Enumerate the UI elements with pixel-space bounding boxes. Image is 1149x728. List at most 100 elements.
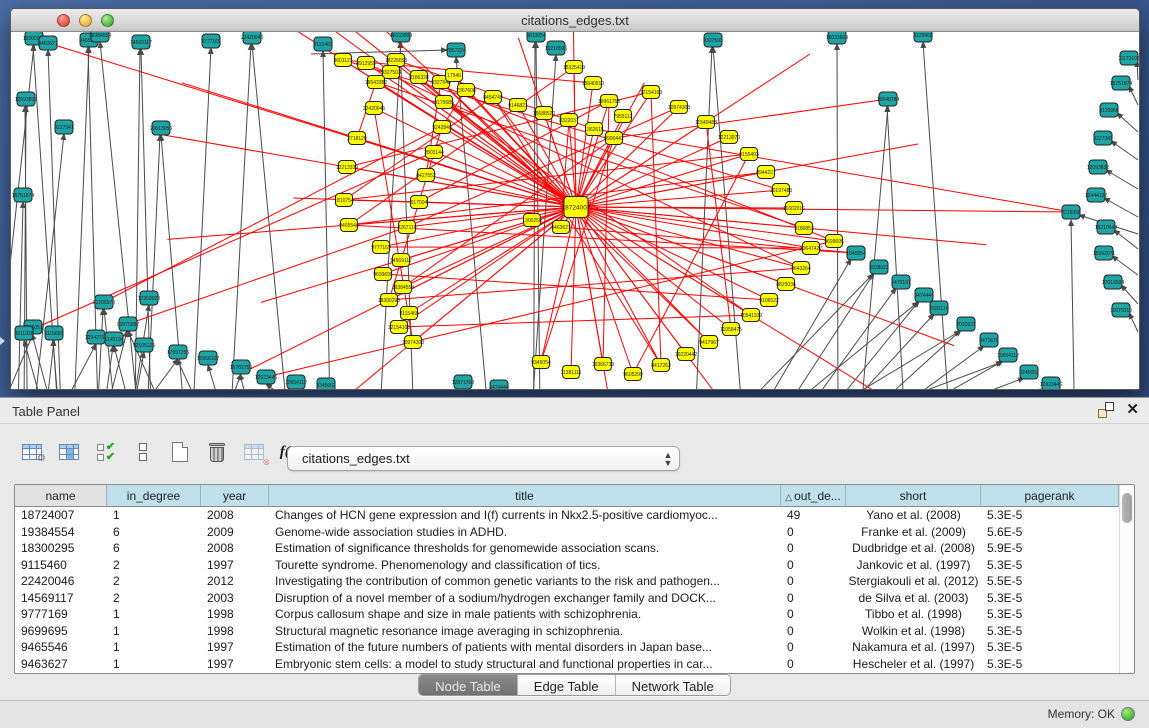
graph-node[interactable]: 10197483: [770, 184, 792, 197]
graph-node[interactable]: 9605299: [623, 368, 643, 381]
graph-node[interactable]: 9227341: [1093, 131, 1113, 145]
graph-node[interactable]: 10654112: [285, 375, 307, 389]
graph-node[interactable]: 8322037: [559, 114, 579, 127]
table-row[interactable]: 946554611997Estimation of the future num…: [15, 639, 1119, 656]
tab-node-table[interactable]: Node Table: [419, 675, 518, 696]
graph-node[interactable]: 10647427: [800, 242, 822, 255]
select-all-button[interactable]: ✔ ✔: [94, 440, 118, 464]
graph-node[interactable]: 14569117: [130, 35, 152, 49]
graph-node[interactable]: 9129968: [913, 32, 933, 42]
graph-node[interactable]: 21206570: [93, 295, 115, 309]
graph-node[interactable]: 15325419: [563, 61, 585, 74]
network-window[interactable]: citations_edges.txt 18300295946362794655…: [10, 8, 1140, 390]
graph-node[interactable]: 12093832: [1087, 160, 1109, 174]
graph-node[interactable]: 10654112: [997, 348, 1019, 362]
graph-node[interactable]: 22420046: [241, 32, 263, 44]
column-header-out_degree[interactable]: △out_de...: [781, 485, 846, 507]
graph-node[interactable]: 17016504: [1102, 275, 1124, 289]
graph-node[interactable]: 17957255: [167, 345, 189, 359]
graph-node[interactable]: 10541109: [740, 309, 762, 322]
graph-node[interactable]: 2367608: [456, 84, 476, 97]
delete-column-button[interactable]: [205, 440, 229, 464]
graph-node[interactable]: 16648784: [877, 92, 899, 106]
graph-node[interactable]: 3911328: [14, 326, 33, 340]
graph-node[interactable]: 20613056: [150, 121, 172, 135]
graph-node[interactable]: 9463627: [551, 221, 571, 234]
graph-node[interactable]: 8417263: [651, 359, 671, 372]
graph-node[interactable]: 16210643: [1095, 220, 1117, 234]
tab-edge-table[interactable]: Edge Table: [518, 675, 616, 696]
graph-node[interactable]: 2718120: [347, 132, 367, 145]
graph-node[interactable]: 15992071: [1093, 246, 1115, 260]
graph-node[interactable]: 10220442: [675, 348, 697, 361]
graph-node[interactable]: 16033809: [390, 32, 412, 42]
graph-node[interactable]: 15688520: [533, 107, 555, 120]
graph-node[interactable]: 12213339: [336, 161, 358, 174]
graph-node[interactable]: 9129968: [1099, 103, 1119, 117]
graph-node[interactable]: 9175685: [434, 96, 454, 109]
graph-node[interactable]: 1300250: [522, 214, 542, 227]
graph-node[interactable]: 18300295: [378, 294, 400, 307]
graph-node[interactable]: 8215958: [1061, 205, 1081, 219]
graph-node[interactable]: 9474444: [914, 288, 934, 302]
graph-node[interactable]: 14569117: [390, 254, 412, 267]
graph-node[interactable]: 6479197: [891, 275, 911, 289]
graph-node[interactable]: 9327503: [703, 33, 723, 47]
graph-node[interactable]: 9227341: [54, 120, 74, 134]
column-header-year[interactable]: year: [201, 485, 269, 507]
table-row[interactable]: 1830029562008Estimation of significance …: [15, 540, 1119, 557]
table-scrollbar-thumb[interactable]: [1122, 493, 1132, 523]
network-window-titlebar[interactable]: citations_edges.txt: [11, 9, 1139, 32]
graph-node[interactable]: 8601123: [333, 54, 352, 67]
graph-node[interactable]: 10366739: [592, 358, 614, 371]
graph-node[interactable]: 9245652: [1019, 365, 1039, 379]
graph-node[interactable]: 8990442: [604, 132, 624, 145]
column-header-name[interactable]: name: [15, 485, 107, 507]
graph-node[interactable]: 2933114: [929, 301, 948, 315]
create-column-button[interactable]: [168, 440, 192, 464]
graph-node[interactable]: 9146821: [508, 99, 528, 112]
memory-status-indicator[interactable]: [1121, 707, 1135, 721]
graph-node[interactable]: 10974303: [668, 101, 690, 114]
table-row[interactable]: 1456911722003Disruption of a novel membe…: [15, 590, 1119, 607]
graph-node[interactable]: 17546: [446, 69, 463, 82]
graph-node[interactable]: 9245652: [316, 378, 336, 389]
table-row[interactable]: 1872400712008Changes of HCN gene express…: [15, 507, 1119, 524]
panel-collapse-handle[interactable]: [0, 337, 5, 345]
graph-node[interactable]: 10974303: [402, 336, 424, 349]
graph-node[interactable]: 8471676: [979, 333, 999, 347]
graph-node[interactable]: 8912955: [356, 57, 376, 70]
graph-node[interactable]: 18724007: [562, 197, 591, 218]
graph-node[interactable]: 12505125: [133, 338, 155, 352]
graph-node[interactable]: 11058475: [720, 323, 742, 336]
table-scrollbar-track[interactable]: [1119, 485, 1134, 673]
table-row[interactable]: 977716911998Corpus callosum shape and si…: [15, 606, 1119, 623]
graph-node[interactable]: 917004: [411, 196, 428, 209]
graph-node[interactable]: 1640954: [846, 246, 866, 260]
graph-node[interactable]: 11602016: [783, 202, 805, 215]
network-canvas[interactable]: 1830029594636279465546193845541456911797…: [11, 32, 1139, 389]
graph-node[interactable]: 8813054: [526, 32, 546, 42]
graph-node[interactable]: 9474444: [489, 380, 509, 389]
graph-node[interactable]: 1810754: [334, 194, 354, 207]
graph-node[interactable]: 19218596: [545, 41, 567, 55]
graph-node[interactable]: 9155493: [739, 148, 759, 161]
graph-node[interactable]: 15751874: [1110, 76, 1132, 90]
float-window-icon[interactable]: [1098, 402, 1114, 418]
graph-node[interactable]: 5938923: [869, 260, 889, 274]
graph-node[interactable]: 15640910: [582, 77, 604, 90]
graph-node[interactable]: 12923446: [255, 370, 277, 384]
table-row[interactable]: 2242004622012Investigating the contribut…: [15, 573, 1119, 590]
graph-node[interactable]: 11173106: [1118, 51, 1139, 65]
graph-node[interactable]: 16961758: [598, 95, 620, 108]
column-header-pagerank[interactable]: pagerank: [981, 485, 1119, 507]
graph-node[interactable]: 12923446: [1040, 377, 1062, 389]
graph-node[interactable]: 9417967: [699, 336, 719, 349]
graph-node[interactable]: 9699695: [824, 235, 844, 248]
graph-node[interactable]: 8267110: [397, 221, 416, 234]
graph-node[interactable]: 12093832: [15, 92, 37, 106]
table-row[interactable]: 969969511998Structural magnetic resonanc…: [15, 623, 1119, 640]
graph-node[interactable]: 8825036: [776, 278, 796, 291]
table-row[interactable]: 946362711997Embryonic stem cells: a mode…: [15, 656, 1119, 673]
graph-node[interactable]: 12154103: [640, 86, 662, 99]
